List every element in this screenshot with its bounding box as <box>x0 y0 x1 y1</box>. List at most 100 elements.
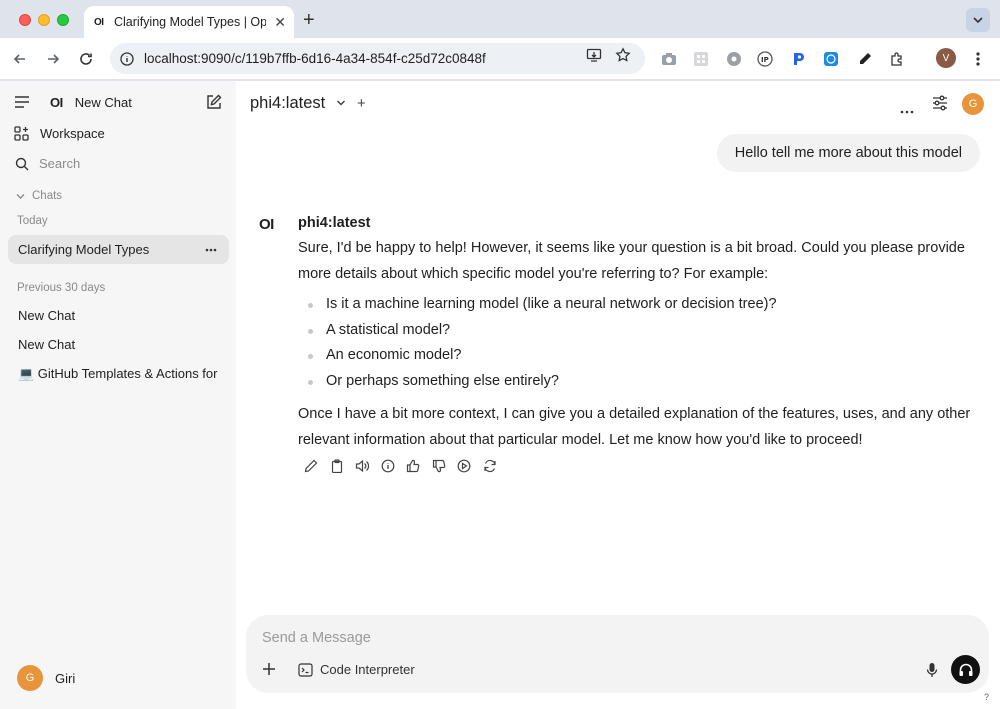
header-user-avatar[interactable]: G <box>962 93 984 115</box>
globe-extension-icon <box>824 52 838 66</box>
tab-search-button[interactable] <box>966 8 990 32</box>
model-selector[interactable]: phi4:latest <box>250 94 346 113</box>
user-avatar: G <box>17 665 43 691</box>
more-horizontal-icon <box>900 110 914 114</box>
tab-favicon-icon: OI <box>94 16 104 28</box>
read-aloud-button[interactable] <box>353 457 371 475</box>
new-tab-button[interactable]: + <box>303 9 315 32</box>
chat-menu-button[interactable] <box>900 101 914 119</box>
kebab-menu-icon <box>976 52 980 66</box>
list-item: An economic model? <box>308 343 777 369</box>
thumbs-up-icon <box>406 459 420 473</box>
user-name: Giri <box>55 670 76 686</box>
chats-heading: Chats <box>32 190 63 202</box>
search-input[interactable]: Search <box>15 156 80 171</box>
list-item: Or perhaps something else entirely? <box>308 369 777 395</box>
assistant-logo: OI <box>259 216 274 233</box>
openwebui-logo: OI <box>50 95 63 110</box>
add-model-button[interactable]: + <box>357 95 366 112</box>
reload-icon <box>80 53 92 65</box>
message-composer: Send a Message Code Interpreter <box>246 615 989 693</box>
regenerate-button[interactable] <box>481 457 499 475</box>
assistant-name: phi4:latest <box>298 215 371 231</box>
pencil-icon <box>304 459 318 473</box>
continue-response-button[interactable] <box>455 457 473 475</box>
workspace-icon <box>14 126 29 141</box>
workspace-link[interactable]: Workspace <box>14 126 105 141</box>
new-chat-row[interactable]: OI New Chat <box>50 95 132 110</box>
extension-ip[interactable]: IP <box>757 50 775 68</box>
voice-input-button[interactable] <box>926 662 938 683</box>
chat-item[interactable]: 💻 GitHub Templates & Actions for <box>18 366 217 382</box>
arrow-right-icon <box>48 54 60 64</box>
window-maximize-button[interactable] <box>57 14 69 26</box>
extension-eyedropper[interactable] <box>856 50 874 68</box>
message-input[interactable]: Send a Message <box>262 630 371 646</box>
extension-grid[interactable] <box>692 50 710 68</box>
generation-info-button[interactable] <box>379 457 397 475</box>
browser-profile-avatar[interactable]: V <box>936 48 956 68</box>
code-interpreter-toggle[interactable]: Code Interpreter <box>298 662 415 677</box>
sidebar-toggle-button[interactable] <box>14 95 30 109</box>
back-button[interactable] <box>10 49 30 69</box>
menu-lines-icon <box>15 96 29 108</box>
refresh-icon <box>483 459 496 473</box>
copy-button[interactable] <box>328 457 346 475</box>
gear-extension-icon <box>727 52 741 66</box>
tab-close-icon[interactable]: ✕ <box>274 14 286 31</box>
extension-p[interactable] <box>790 50 808 68</box>
window-minimize-button[interactable] <box>38 14 50 26</box>
chevron-down-icon <box>16 193 25 199</box>
info-icon[interactable] <box>120 51 134 66</box>
camera-icon <box>662 53 676 65</box>
help-button[interactable]: ? <box>984 692 989 702</box>
assistant-paragraph: Once I have a bit more context, I can gi… <box>298 406 971 448</box>
new-chat-button[interactable] <box>205 93 223 111</box>
chat-item-active[interactable]: Clarifying Model Types <box>8 235 229 264</box>
extension-globe[interactable] <box>822 50 840 68</box>
chat-main: phi4:latest + G Hello tell me more about… <box>236 81 1000 709</box>
browser-toolbar: localhost:9090/c/119b7ffb-6d16-4a34-854f… <box>0 38 1000 80</box>
window-close-button[interactable] <box>19 14 31 26</box>
user-menu[interactable]: G Giri <box>17 665 75 691</box>
browser-tab-active[interactable]: OI Clarifying Model Types | Open WebUI ✕ <box>84 6 294 38</box>
chat-item-label: Clarifying Model Types <box>18 242 150 257</box>
chat-options-button[interactable] <box>205 248 217 252</box>
code-interpreter-label: Code Interpreter <box>320 662 415 677</box>
search-icon <box>15 157 29 170</box>
bad-response-button[interactable] <box>430 457 448 475</box>
chat-controls-button[interactable] <box>932 95 948 116</box>
bookmark-button[interactable] <box>614 46 632 64</box>
grid-extension-icon <box>694 52 708 66</box>
browser-menu-button[interactable] <box>968 49 988 69</box>
attach-button[interactable] <box>262 662 276 681</box>
reload-button[interactable] <box>76 49 96 69</box>
install-app-button[interactable] <box>585 46 603 64</box>
forward-button[interactable] <box>43 49 63 69</box>
star-icon <box>615 47 631 62</box>
previous-30-days-heading: Previous 30 days <box>17 282 106 294</box>
headphones-icon <box>959 663 972 676</box>
more-horizontal-icon <box>205 248 217 251</box>
info-icon <box>381 459 394 473</box>
workspace-label: Workspace <box>40 126 105 141</box>
chat-item[interactable]: New Chat <box>18 308 75 323</box>
extensions-button[interactable] <box>888 50 906 68</box>
address-bar[interactable]: localhost:9090/c/119b7ffb-6d16-4a34-854f… <box>110 43 645 74</box>
good-response-button[interactable] <box>404 457 422 475</box>
svg-text:IP: IP <box>761 56 769 64</box>
extension-camera[interactable] <box>660 50 678 68</box>
microphone-icon <box>926 663 938 677</box>
sidebar: OI New Chat Workspace Search Chats Today… <box>0 81 236 709</box>
extension-gear[interactable] <box>725 50 743 68</box>
install-icon <box>586 48 602 62</box>
ip-extension-icon: IP <box>757 51 773 67</box>
p-extension-icon <box>794 53 804 65</box>
edit-message-button[interactable] <box>302 457 320 475</box>
assistant-bullet-list: Is it a machine learning model (like a n… <box>308 292 777 394</box>
voice-mode-button[interactable] <box>951 655 980 684</box>
chats-section-toggle[interactable]: Chats <box>16 190 62 202</box>
chat-item[interactable]: New Chat <box>18 337 75 352</box>
chevron-down-icon <box>336 100 345 106</box>
edit-icon <box>207 94 222 109</box>
